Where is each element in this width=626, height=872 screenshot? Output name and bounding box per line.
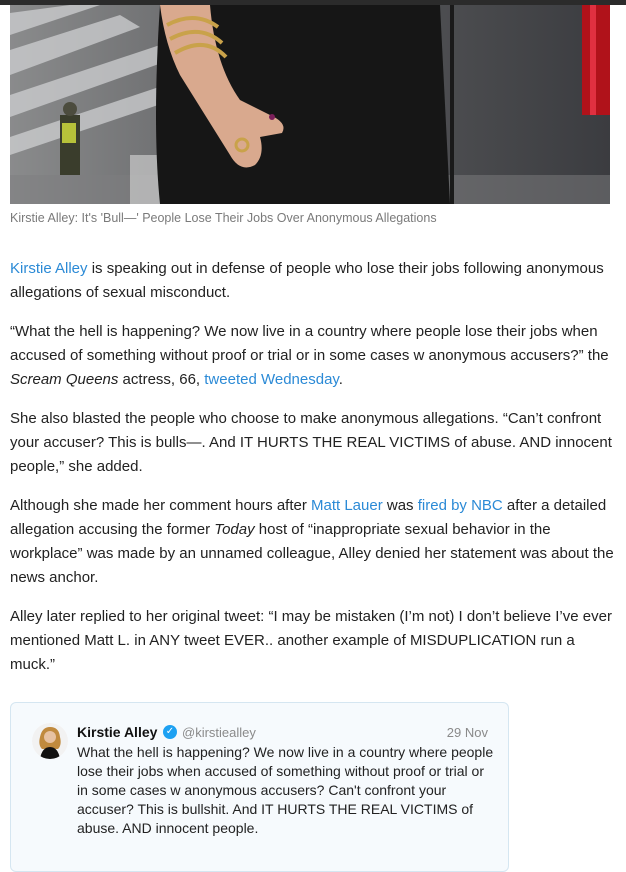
fired-by-nbc-link[interactable]: fired by NBC [418, 497, 503, 514]
tweet-date[interactable]: 29 Nov [447, 725, 488, 740]
photo-caption: Kirstie Alley: It's 'Bull—' People Lose … [10, 211, 437, 225]
paragraph-quote: “What the hell is happening? We now live… [10, 320, 616, 392]
show-title: Scream Queens [10, 371, 119, 388]
paragraph-text: Although she made her comment hours afte… [10, 497, 311, 514]
paragraph-text: actress, 66, [118, 371, 205, 388]
verified-badge-icon: ✓ [163, 725, 177, 739]
paragraph-text: Alley later replied to her original twee… [10, 608, 612, 673]
paragraph-lauer: Although she made her comment hours afte… [10, 494, 616, 590]
tweet-text: What the hell is happening? We now live … [77, 744, 494, 836]
paragraph-intro: Kirstie Alley is speaking out in defense… [10, 257, 616, 305]
show-title: Today [214, 521, 255, 538]
article-photo [10, 5, 610, 204]
paragraph-reply: Alley later replied to her original twee… [10, 605, 616, 677]
kirstie-alley-link[interactable]: Kirstie Alley [10, 260, 88, 277]
paragraph-text: is speaking out in defense of people who… [10, 260, 604, 301]
tweeted-wednesday-link[interactable]: tweeted Wednesday [204, 371, 339, 388]
avatar[interactable] [32, 723, 68, 759]
tweet-author-name[interactable]: Kirstie Alley [77, 724, 157, 740]
paragraph-text: She also blasted the people who choose t… [10, 410, 612, 475]
paragraph-text: “What the hell is happening? We now live… [10, 323, 609, 364]
tweet-handle[interactable]: @kirstiealley [182, 725, 256, 740]
embedded-tweet[interactable]: Kirstie Alley ✓ @kirstiealley 29 Nov Wha… [10, 702, 509, 872]
paragraph-text: was [382, 497, 418, 514]
paragraph-blasted: She also blasted the people who choose t… [10, 407, 616, 479]
paragraph-text: . [338, 371, 343, 388]
matt-lauer-link[interactable]: Matt Lauer [311, 497, 383, 514]
